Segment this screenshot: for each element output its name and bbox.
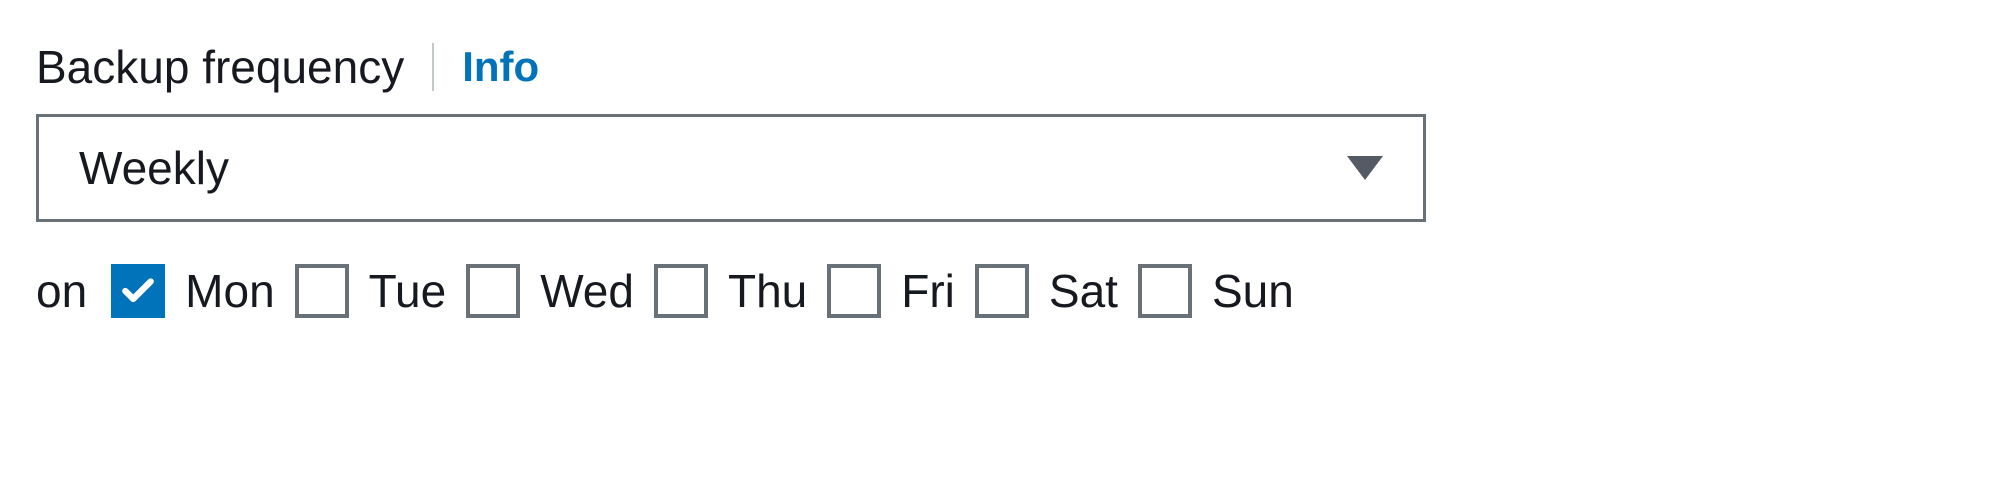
days-prefix-label: on bbox=[36, 264, 87, 318]
backup-frequency-select[interactable]: Weekly bbox=[36, 114, 1426, 222]
checkbox-tue[interactable] bbox=[295, 264, 349, 318]
day-label-sun: Sun bbox=[1212, 264, 1294, 318]
day-label-fri: Fri bbox=[901, 264, 955, 318]
select-value: Weekly bbox=[79, 141, 229, 195]
header-divider bbox=[432, 43, 434, 91]
checkbox-fri[interactable] bbox=[827, 264, 881, 318]
checkbox-sun[interactable] bbox=[1138, 264, 1192, 318]
field-header: Backup frequency Info bbox=[36, 40, 1964, 94]
check-icon bbox=[119, 272, 157, 310]
days-row: on Mon Tue Wed Thu Fri Sat Sun bbox=[36, 264, 1964, 318]
chevron-down-icon bbox=[1347, 156, 1383, 180]
day-label-sat: Sat bbox=[1049, 264, 1118, 318]
checkbox-wed[interactable] bbox=[466, 264, 520, 318]
day-label-thu: Thu bbox=[728, 264, 807, 318]
day-label-mon: Mon bbox=[185, 264, 274, 318]
day-label-tue: Tue bbox=[369, 264, 447, 318]
checkbox-sat[interactable] bbox=[975, 264, 1029, 318]
checkbox-mon[interactable] bbox=[111, 264, 165, 318]
checkbox-thu[interactable] bbox=[654, 264, 708, 318]
day-label-wed: Wed bbox=[540, 264, 634, 318]
info-link[interactable]: Info bbox=[462, 43, 539, 91]
backup-frequency-label: Backup frequency bbox=[36, 40, 404, 94]
